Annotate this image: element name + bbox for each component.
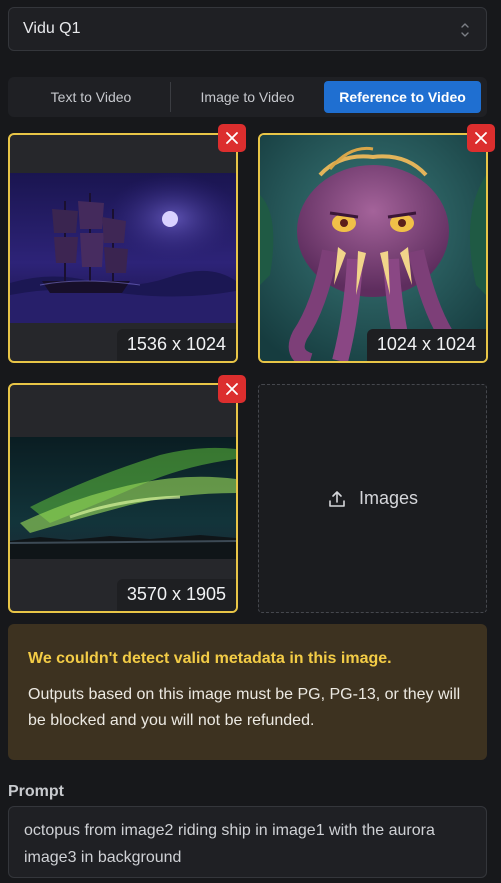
remove-image-button-3[interactable] <box>218 375 246 403</box>
image-dimensions-label: 3570 x 1905 <box>116 579 236 611</box>
upload-icon <box>329 490 345 507</box>
image-dimensions-label: 1024 x 1024 <box>366 329 486 361</box>
metadata-warning: We couldn't detect valid metadata in thi… <box>8 624 487 760</box>
reference-thumbnail-aurora <box>10 437 236 559</box>
remove-image-button-2[interactable] <box>467 124 495 152</box>
model-select[interactable]: Vidu Q1 <box>8 7 487 51</box>
mode-tabs: Text to Video Image to Video Reference t… <box>8 77 487 117</box>
close-icon <box>475 132 487 144</box>
reference-image-card-1[interactable]: 1536 x 1024 <box>8 133 238 363</box>
reference-image-card-3[interactable]: 3570 x 1905 <box>8 383 238 613</box>
warning-body: Outputs based on this image must be PG, … <box>28 686 461 729</box>
chevron-updown-icon <box>461 23 469 37</box>
tab-image-to-video[interactable]: Image to Video <box>171 81 324 113</box>
warning-title: We couldn't detect valid metadata in thi… <box>28 650 392 667</box>
upload-images-button[interactable]: Images <box>258 384 487 613</box>
prompt-label: Prompt <box>8 783 64 800</box>
reference-thumbnail-ship <box>10 173 236 323</box>
close-icon <box>226 132 238 144</box>
remove-image-button-1[interactable] <box>218 124 246 152</box>
upload-label: Images <box>358 488 419 508</box>
close-icon <box>226 383 238 395</box>
tab-reference-to-video[interactable]: Reference to Video <box>324 81 481 113</box>
reference-image-card-2[interactable]: 1024 x 1024 <box>258 133 488 363</box>
prompt-input[interactable]: octopus from image2 riding ship in image… <box>8 806 487 878</box>
tab-text-to-video[interactable]: Text to Video <box>12 81 170 113</box>
model-select-value: Vidu Q1 <box>23 20 81 37</box>
image-dimensions-label: 1536 x 1024 <box>116 329 236 361</box>
reference-thumbnail-octopus <box>260 135 486 361</box>
